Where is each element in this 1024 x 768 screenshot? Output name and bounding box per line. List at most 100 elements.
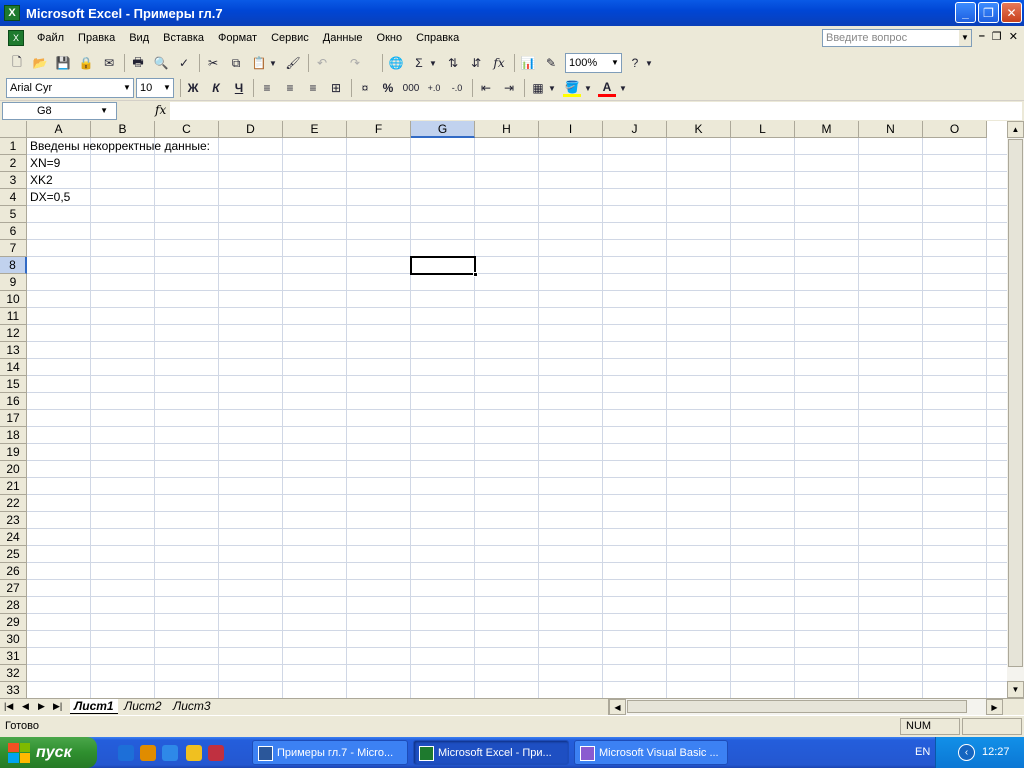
row-header-17[interactable]: 17 xyxy=(0,410,27,427)
row-header-25[interactable]: 25 xyxy=(0,546,27,563)
chevron-down-icon[interactable]: ▼ xyxy=(618,79,628,97)
zoom-select[interactable]: 100% ▼ xyxy=(565,53,622,73)
scroll-right-icon[interactable]: ▶ xyxy=(986,699,1003,715)
language-indicator[interactable]: EN xyxy=(915,746,930,758)
sort-descending-icon[interactable]: ⇵ xyxy=(467,54,485,72)
chevron-down-icon[interactable]: ▼ xyxy=(428,54,438,72)
row-header-29[interactable]: 29 xyxy=(0,614,27,631)
menu-data[interactable]: Данные xyxy=(316,32,370,44)
decrease-indent-icon[interactable]: ⇤ xyxy=(477,79,495,97)
row-header-30[interactable]: 30 xyxy=(0,631,27,648)
row-header-22[interactable]: 22 xyxy=(0,495,27,512)
sheet-tab-1[interactable]: Лист1 xyxy=(70,699,118,714)
underline-button[interactable]: Ч xyxy=(230,79,248,97)
chevron-down-icon[interactable]: ▼ xyxy=(547,79,557,97)
increase-indent-icon[interactable]: ⇥ xyxy=(500,79,518,97)
row-header-19[interactable]: 19 xyxy=(0,444,27,461)
cell-area[interactable] xyxy=(27,138,1007,698)
row-header-16[interactable]: 16 xyxy=(0,393,27,410)
sheet-tab-2[interactable]: Лист2 xyxy=(120,699,166,714)
row-header-10[interactable]: 10 xyxy=(0,291,27,308)
column-header-j[interactable]: J xyxy=(603,121,667,138)
chevron-down-icon[interactable]: ▼ xyxy=(268,54,278,72)
insert-function-icon[interactable]: fx xyxy=(155,103,166,117)
first-sheet-icon[interactable]: |◀ xyxy=(4,701,13,712)
task-excel[interactable]: Microsoft Excel - При... xyxy=(413,740,569,765)
menu-window[interactable]: Окно xyxy=(370,32,410,44)
insert-function-icon[interactable]: fx xyxy=(490,54,508,72)
row-header-23[interactable]: 23 xyxy=(0,512,27,529)
row-header-18[interactable]: 18 xyxy=(0,427,27,444)
print-icon[interactable]: 🖶 xyxy=(129,54,147,72)
start-button[interactable]: пуск xyxy=(0,737,97,768)
folder-icon[interactable] xyxy=(186,745,202,761)
column-header-l[interactable]: L xyxy=(731,121,795,138)
menu-format[interactable]: Формат xyxy=(211,32,264,44)
permission-icon[interactable]: 🔒 xyxy=(77,54,95,72)
sort-ascending-icon[interactable]: ⇅ xyxy=(444,54,462,72)
last-sheet-icon[interactable]: ▶| xyxy=(53,701,62,712)
chevron-down-icon[interactable]: ▼ xyxy=(583,79,593,97)
column-header-a[interactable]: A xyxy=(27,121,91,138)
chevron-down-icon[interactable]: ▼ xyxy=(644,54,654,72)
help-search-input[interactable]: Введите вопрос ▼ xyxy=(822,29,972,47)
email-icon[interactable]: ✉ xyxy=(100,54,118,72)
row-header-3[interactable]: 3 xyxy=(0,172,27,189)
scroll-down-icon[interactable]: ▼ xyxy=(1007,681,1024,698)
cut-icon[interactable]: ✂ xyxy=(204,54,222,72)
row-header-9[interactable]: 9 xyxy=(0,274,27,291)
column-header-c[interactable]: C xyxy=(155,121,219,138)
merge-center-icon[interactable]: ⊞ xyxy=(327,79,345,97)
save-icon[interactable]: 💾 xyxy=(54,54,72,72)
menu-edit[interactable]: Правка xyxy=(71,32,122,44)
menu-help[interactable]: Справка xyxy=(409,32,466,44)
row-header-12[interactable]: 12 xyxy=(0,325,27,342)
chevron-down-icon[interactable]: ▼ xyxy=(161,79,173,97)
column-header-h[interactable]: H xyxy=(475,121,539,138)
percent-button[interactable]: % xyxy=(379,79,397,97)
column-header-n[interactable]: N xyxy=(859,121,923,138)
chart-wizard-icon[interactable]: 📊 xyxy=(519,54,537,72)
drawing-icon[interactable]: ✎ xyxy=(542,54,560,72)
floppy-icon[interactable] xyxy=(208,745,224,761)
fill-handle[interactable] xyxy=(473,272,478,277)
task-word[interactable]: Примеры гл.7 - Micro... xyxy=(252,740,408,765)
row-header-28[interactable]: 28 xyxy=(0,597,27,614)
spelling-icon[interactable]: ✓ xyxy=(175,54,193,72)
align-right-icon[interactable]: ≡ xyxy=(304,79,322,97)
menu-file[interactable]: Файл xyxy=(30,32,71,44)
column-header-e[interactable]: E xyxy=(283,121,347,138)
task-vba[interactable]: Microsoft Visual Basic ... xyxy=(574,740,728,765)
column-header-k[interactable]: K xyxy=(667,121,731,138)
browser-icon[interactable] xyxy=(162,745,178,761)
workbook-close-button[interactable]: ✕ xyxy=(1009,30,1018,43)
column-header-o[interactable]: O xyxy=(923,121,987,138)
previous-sheet-icon[interactable]: ◀ xyxy=(22,701,29,712)
row-header-27[interactable]: 27 xyxy=(0,580,27,597)
redo-icon[interactable]: ↷ xyxy=(346,54,364,72)
column-header-f[interactable]: F xyxy=(347,121,411,138)
workbook-minimize-button[interactable]: – xyxy=(979,30,985,43)
row-header-21[interactable]: 21 xyxy=(0,478,27,495)
row-header-20[interactable]: 20 xyxy=(0,461,27,478)
active-cell-g8[interactable] xyxy=(410,256,478,277)
italic-button[interactable]: К xyxy=(207,79,225,97)
vertical-scroll-thumb[interactable] xyxy=(1008,139,1023,667)
chevron-down-icon[interactable]: ▼ xyxy=(121,79,133,97)
column-header-m[interactable]: M xyxy=(795,121,859,138)
format-painter-icon[interactable]: 🖌 xyxy=(284,54,302,72)
row-header-2[interactable]: 2 xyxy=(0,155,27,172)
cell-a3[interactable]: XK2 xyxy=(28,172,53,189)
name-box[interactable]: G8 ▼ xyxy=(2,102,117,120)
excel-app-icon[interactable]: X xyxy=(4,5,20,21)
open-folder-icon[interactable]: 📂 xyxy=(31,54,49,72)
font-size-select[interactable]: 10 ▼ xyxy=(136,78,174,98)
row-header-14[interactable]: 14 xyxy=(0,359,27,376)
borders-icon[interactable]: ▦ xyxy=(529,79,547,97)
horizontal-scrollbar[interactable]: ◀ ▶ xyxy=(608,699,1003,715)
row-header-31[interactable]: 31 xyxy=(0,648,27,665)
fill-color-icon[interactable]: 🪣 xyxy=(563,79,581,97)
column-header-b[interactable]: B xyxy=(91,121,155,138)
bold-button[interactable]: Ж xyxy=(184,79,202,97)
select-all-corner[interactable] xyxy=(0,121,27,138)
